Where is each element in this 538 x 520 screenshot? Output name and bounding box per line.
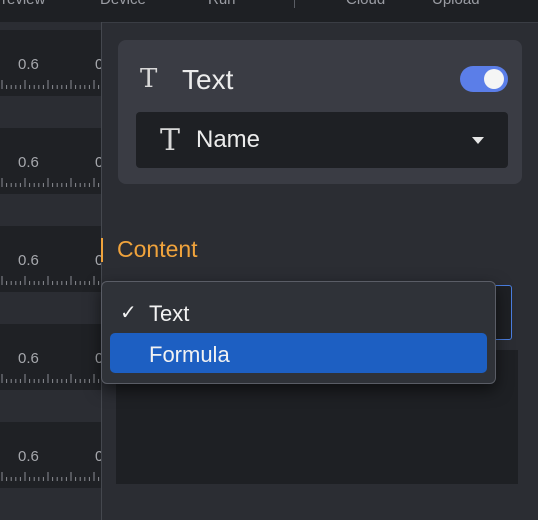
tab-run[interactable]: Run <box>208 0 236 8</box>
tab-device[interactable]: Device <box>100 0 146 8</box>
track-value: 0.6 <box>18 154 39 171</box>
track-list: 0.6 0 0.6 0 0.6 0 0.6 0 0.6 0 <box>0 22 102 520</box>
track-value: 0.6 <box>18 56 39 73</box>
tab-preview[interactable]: Preview <box>0 0 45 8</box>
track-next-value: 0 <box>95 154 101 171</box>
track-row[interactable]: 0.6 0 <box>0 226 101 292</box>
track-row[interactable]: 0.6 0 <box>0 128 101 194</box>
track-next-value: 0 <box>95 56 101 73</box>
layer-title: Text <box>182 64 234 95</box>
track-row[interactable]: 0.6 0 <box>0 422 101 488</box>
chevron-down-icon <box>472 137 484 144</box>
content-marker <box>101 238 103 262</box>
option-label: Text <box>149 301 190 326</box>
ruler-ticks <box>1 80 100 89</box>
track-value: 0.6 <box>18 350 39 367</box>
text-icon: T <box>160 123 181 158</box>
enable-toggle[interactable] <box>460 66 508 92</box>
track-value: 0.6 <box>18 448 39 465</box>
ruler-ticks <box>1 374 100 383</box>
track-row[interactable]: 0.6 0 <box>0 30 101 96</box>
content-label: Content <box>117 236 198 262</box>
track-row[interactable]: 0.6 0 <box>0 324 101 390</box>
text-icon: T <box>140 64 158 94</box>
select-value: Name <box>196 126 261 153</box>
ruler-ticks <box>1 276 100 285</box>
toolbar-divider <box>294 0 295 8</box>
tab-cloud[interactable]: Cloud <box>346 0 385 8</box>
top-toolbar: Preview Device Run Cloud Upload <box>0 0 538 23</box>
tab-upload[interactable]: Upload <box>432 0 480 8</box>
text-source-select[interactable]: T Name <box>136 112 508 168</box>
track-value: 0.6 <box>18 252 39 269</box>
ruler-ticks <box>1 178 100 187</box>
option-formula[interactable]: Formula <box>110 333 487 373</box>
track-next-value: 0 <box>95 448 101 465</box>
toggle-knob <box>484 69 504 89</box>
option-label: Formula <box>149 342 230 367</box>
ruler-ticks <box>1 472 100 481</box>
content-type-dropdown: ✓ Text Formula <box>101 281 496 384</box>
text-layer-card: T Text T Name <box>118 40 522 184</box>
option-text[interactable]: ✓ Text <box>110 292 487 332</box>
check-icon: ✓ <box>120 302 137 324</box>
